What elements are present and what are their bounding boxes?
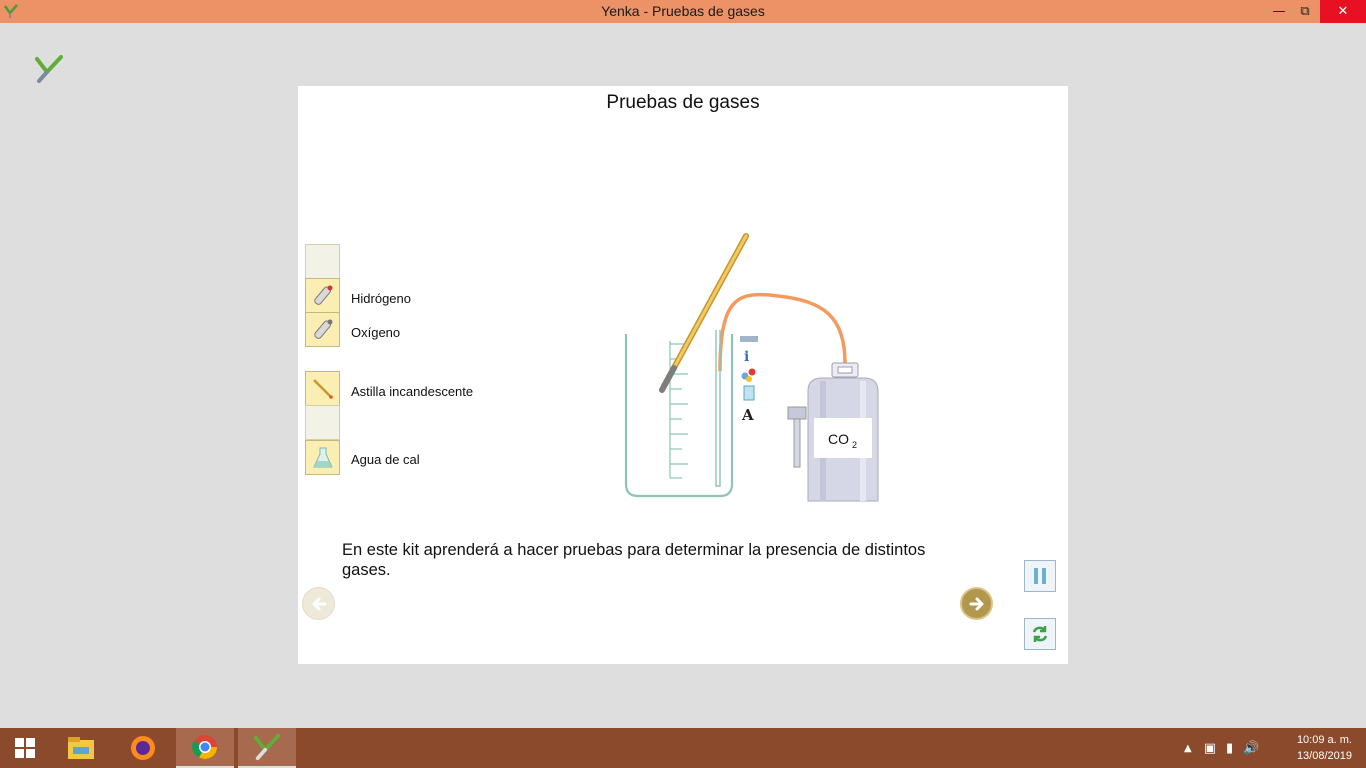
slot-label-limewater: Agua de cal: [351, 452, 420, 467]
next-button[interactable]: [960, 587, 993, 620]
restore-icon: ⧉: [1300, 4, 1310, 19]
pause-icon: [1034, 568, 1046, 584]
page-title: Pruebas de gases: [606, 92, 760, 113]
yenka-logo-icon[interactable]: [34, 54, 64, 84]
tool-icons: i A: [740, 336, 758, 424]
volume-icon[interactable]: 🔊: [1243, 741, 1259, 756]
slot-label-hydrogen: Hidrógeno: [351, 291, 411, 306]
content-panel: Pruebas de gases Hidrógeno Oxígeno Astil…: [298, 86, 1068, 664]
close-button[interactable]: ✕: [1320, 0, 1366, 23]
svg-text:i: i: [744, 349, 749, 365]
item-slot-hydrogen[interactable]: [305, 278, 340, 313]
co2-cylinder[interactable]: CO 2: [787, 362, 879, 502]
cylinder-label: CO: [828, 431, 849, 447]
pause-button[interactable]: [1024, 560, 1056, 592]
item-slot-splint[interactable]: [305, 371, 340, 406]
experiment-scene[interactable]: i A CO 2: [608, 226, 898, 506]
cylinder-label-subscript: 2: [852, 440, 857, 450]
item-slot-oxygen[interactable]: [305, 312, 340, 347]
device-icon[interactable]: ▣: [1204, 741, 1216, 756]
chevron-up-icon[interactable]: ▲: [1184, 743, 1192, 754]
close-icon: ✕: [1337, 4, 1349, 19]
hydrogen-cylinder-icon: [314, 285, 333, 305]
previous-button[interactable]: [302, 587, 335, 620]
clock-date: 13/08/2019: [1296, 750, 1352, 762]
slot-label-splint: Astilla incandescente: [351, 384, 474, 399]
chrome-icon: [192, 735, 217, 760]
refresh-icon: [1032, 626, 1048, 642]
taskbar-firefox[interactable]: [114, 728, 172, 768]
reset-button[interactable]: [1024, 618, 1056, 650]
rubber-tube: [718, 292, 847, 372]
window-titlebar: Yenka - Pruebas de gases — ⧉ ✕: [0, 0, 1366, 23]
delivery-tube: [715, 330, 721, 487]
windows-icon: [15, 738, 35, 758]
taskbar-chrome[interactable]: [176, 728, 234, 768]
signal-icon[interactable]: ▮: [1226, 741, 1233, 756]
flask-icon: [313, 447, 333, 468]
folder-icon: [68, 737, 94, 759]
empty-slot[interactable]: [305, 405, 340, 440]
oxygen-cylinder-icon: [314, 319, 333, 339]
arrow-left-icon: [312, 597, 326, 610]
svg-text:A: A: [741, 406, 754, 424]
taskbar: ▲ ▣ ▮ 🔊 10:09 a. m. 13/08/2019: [0, 728, 1366, 768]
system-tray: ▲ ▣ ▮ 🔊: [1184, 728, 1259, 768]
item-slot-limewater[interactable]: [305, 440, 340, 475]
taskbar-file-explorer[interactable]: [52, 728, 110, 768]
arrow-right-icon: [969, 597, 983, 610]
splint-icon: [313, 379, 333, 399]
yenka-icon: [253, 733, 281, 761]
firefox-icon: [131, 736, 155, 760]
empty-slot[interactable]: [305, 244, 340, 279]
start-button[interactable]: [0, 728, 50, 768]
clock-time: 10:09 a. m.: [1296, 734, 1352, 746]
description-text: En este kit aprenderá a hacer pruebas pa…: [342, 541, 926, 579]
slot-label-oxygen: Oxígeno: [351, 325, 401, 340]
minimize-icon: —: [1272, 4, 1286, 19]
window-title: Yenka - Pruebas de gases: [601, 3, 765, 19]
taskbar-clock[interactable]: 10:09 a. m. 13/08/2019: [1297, 732, 1352, 764]
taskbar-yenka[interactable]: [238, 728, 296, 768]
restore-button[interactable]: ⧉: [1290, 0, 1320, 23]
